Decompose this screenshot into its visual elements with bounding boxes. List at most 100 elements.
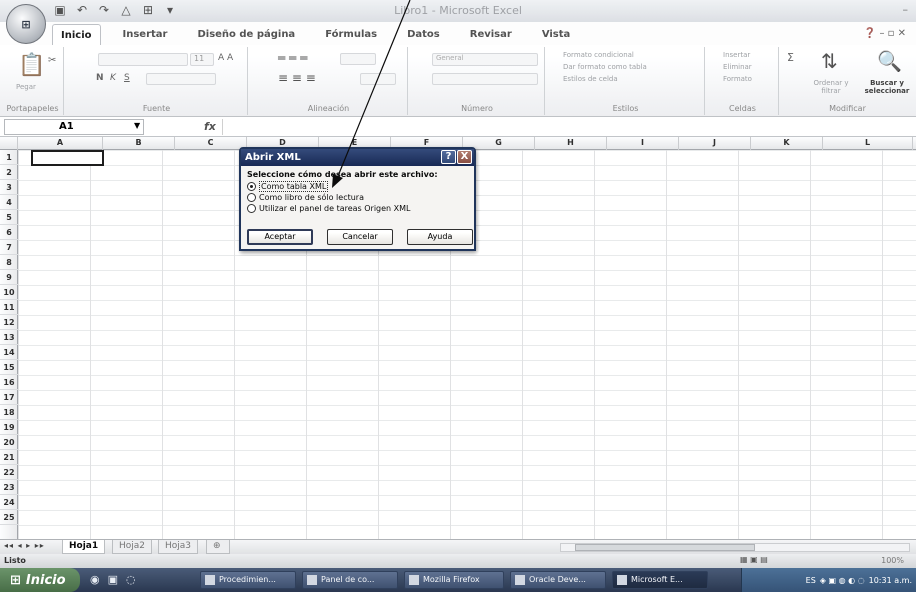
tab-inicio[interactable]: Inicio (52, 24, 101, 46)
option-label-xml-table[interactable]: Como tabla XML (259, 181, 329, 192)
align-top-icon[interactable]: ═ ═ ═ (278, 51, 307, 65)
tab-formulas[interactable]: Fórmulas (317, 24, 385, 46)
task-item-procedimientos[interactable]: Procedimien... (200, 571, 296, 589)
tab-vista[interactable]: Vista (534, 24, 578, 46)
row-header[interactable]: 10 (0, 285, 18, 300)
row-header[interactable]: 15 (0, 360, 18, 375)
row-header[interactable]: 11 (0, 300, 18, 315)
find-select-label[interactable]: Buscar y seleccionar (861, 79, 913, 95)
column-header[interactable]: K (751, 137, 823, 150)
column-header[interactable]: I (607, 137, 679, 150)
formula-input[interactable] (222, 119, 912, 135)
row-header[interactable]: 24 (0, 495, 18, 510)
number-format-buttons[interactable] (432, 73, 538, 85)
paste-icon[interactable]: 📋 (18, 53, 45, 78)
row-header[interactable]: 9 (0, 270, 18, 285)
option-label-source-pane[interactable]: Utilizar el panel de tareas Origen XML (259, 204, 411, 213)
task-item-panel[interactable]: Panel de co... (302, 571, 398, 589)
start-button[interactable]: ⊞ Inicio (0, 568, 80, 592)
sheet-tab-hoja2[interactable]: Hoja2 (112, 540, 153, 554)
ql-desktop-icon[interactable]: ▣ (108, 573, 118, 586)
format-cells-button[interactable]: Formato (723, 75, 752, 83)
grow-font-icon[interactable]: A A (218, 53, 233, 63)
column-header[interactable]: H (535, 137, 607, 150)
horizontal-scroll-thumb[interactable] (575, 544, 755, 551)
font-name-select[interactable] (98, 53, 188, 66)
option-xml-table[interactable]: Como tabla XML (247, 181, 468, 192)
insert-cells-button[interactable]: Insertar (723, 51, 750, 59)
underline-icon[interactable]: S (124, 73, 130, 83)
help-icon[interactable]: ❓ – ▫ ✕ (864, 28, 906, 39)
row-header[interactable]: 20 (0, 435, 18, 450)
sheet-tab-hoja1[interactable]: Hoja1 (62, 540, 106, 554)
align-left-icon[interactable]: ≡ ≡ ≡ (278, 71, 316, 85)
dialog-help-button[interactable]: ? (441, 150, 456, 164)
task-item-firefox[interactable]: Mozilla Firefox (404, 571, 504, 589)
find-icon[interactable]: 🔍 (877, 49, 902, 73)
paste-label[interactable]: Pegar (16, 83, 36, 91)
number-format-select[interactable]: General (432, 53, 538, 66)
bold-icon[interactable]: N (96, 73, 104, 83)
row-header[interactable]: 5 (0, 210, 18, 225)
fx-icon[interactable]: fx (204, 120, 216, 133)
tab-datos[interactable]: Datos (399, 24, 448, 46)
italic-icon[interactable]: K (110, 73, 116, 83)
insert-sheet-icon[interactable]: ⊕ (206, 540, 230, 554)
row-header[interactable]: 7 (0, 240, 18, 255)
row-header[interactable]: 19 (0, 420, 18, 435)
row-header[interactable]: 13 (0, 330, 18, 345)
row-header[interactable]: 14 (0, 345, 18, 360)
row-header[interactable]: 23 (0, 480, 18, 495)
column-header[interactable]: L (823, 137, 913, 150)
view-buttons[interactable]: ▦ ▣ ▤ (740, 555, 768, 564)
active-cell[interactable] (31, 150, 104, 166)
radio-readonly-workbook[interactable] (247, 193, 256, 202)
dialog-title-bar[interactable]: Abrir XML ? X (241, 149, 474, 166)
row-header[interactable]: 8 (0, 255, 18, 270)
ql-ie-icon[interactable]: ◉ (90, 573, 100, 586)
sort-filter-label[interactable]: Ordenar y filtrar (809, 79, 853, 95)
row-header[interactable]: 12 (0, 315, 18, 330)
cancel-button[interactable]: Cancelar (327, 229, 393, 245)
column-header[interactable]: J (679, 137, 751, 150)
cut-icon[interactable]: ✂ (48, 55, 56, 66)
help-button[interactable]: Ayuda (407, 229, 473, 245)
delete-cells-button[interactable]: Eliminar (723, 63, 752, 71)
row-header[interactable]: 1 (0, 150, 18, 165)
minimize-button[interactable]: – (903, 3, 909, 16)
option-xml-source-pane[interactable]: Utilizar el panel de tareas Origen XML (247, 203, 468, 214)
zoom-level[interactable]: 100% (881, 556, 904, 565)
column-header[interactable]: B (103, 137, 175, 150)
row-header[interactable]: 6 (0, 225, 18, 240)
name-box[interactable]: A1 (4, 119, 144, 135)
row-header[interactable]: 25 (0, 510, 18, 525)
horizontal-scrollbar[interactable] (560, 543, 910, 552)
tab-revisar[interactable]: Revisar (462, 24, 520, 46)
row-header[interactable]: 21 (0, 450, 18, 465)
sheet-nav-arrows[interactable]: ◂◂ ◂ ▸ ▸▸ (4, 541, 45, 550)
option-readonly-workbook[interactable]: Como libro de sólo lectura (247, 192, 468, 203)
row-header[interactable]: 3 (0, 180, 18, 195)
orientation-button[interactable] (340, 53, 376, 65)
row-header[interactable]: 18 (0, 405, 18, 420)
option-label-readonly[interactable]: Como libro de sólo lectura (259, 193, 364, 202)
row-header[interactable]: 17 (0, 390, 18, 405)
sum-icon[interactable]: Σ (787, 51, 794, 64)
tray-icons[interactable]: ◈ ▣ ◍ ◐ ◌ (820, 576, 865, 585)
conditional-format-button[interactable]: Formato condicional (563, 51, 634, 59)
dialog-close-button[interactable]: X (457, 150, 472, 164)
format-as-table-button[interactable]: Dar formato como tabla (563, 63, 647, 71)
ql-media-icon[interactable]: ◌ (126, 573, 136, 586)
merge-button[interactable] (360, 73, 396, 85)
task-item-oracle[interactable]: Oracle Deve... (510, 571, 606, 589)
radio-xml-table[interactable] (247, 182, 256, 191)
cell-styles-button[interactable]: Estilos de celda (563, 75, 618, 83)
accept-button[interactable]: Aceptar (247, 229, 313, 245)
tab-insertar[interactable]: Insertar (115, 24, 176, 46)
font-size-select[interactable]: 11 (190, 53, 214, 66)
row-header[interactable]: 16 (0, 375, 18, 390)
column-header[interactable]: A (18, 137, 103, 150)
tab-diseno[interactable]: Diseño de página (189, 24, 303, 46)
radio-xml-source-pane[interactable] (247, 204, 256, 213)
row-header[interactable]: 2 (0, 165, 18, 180)
